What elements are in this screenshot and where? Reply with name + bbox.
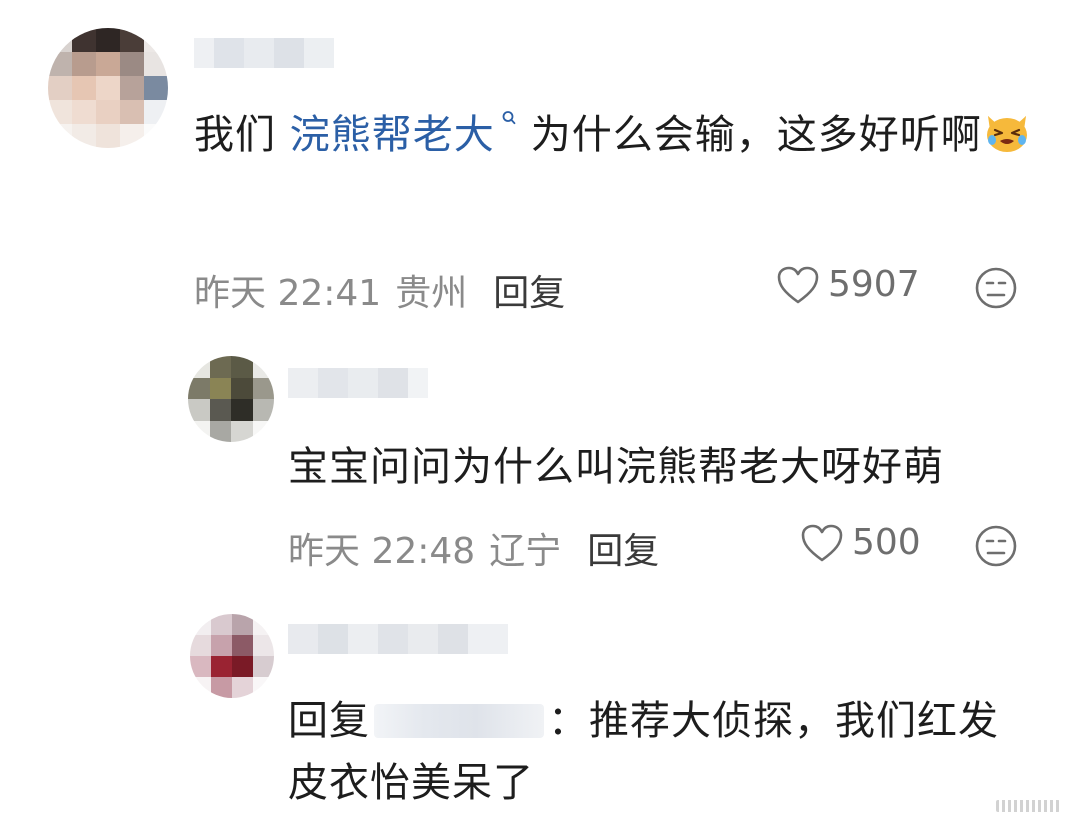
- comment-meta: 昨天 22:41 贵州 回复: [194, 264, 565, 316]
- comment-time: 昨天 22:41: [194, 273, 382, 314]
- like-count: 5907: [828, 264, 920, 305]
- search-icon: [502, 111, 516, 125]
- like-button[interactable]: 500: [800, 522, 921, 563]
- comment-body: 宝宝问问为什么叫浣熊帮老大呀好萌: [288, 444, 944, 490]
- reply-button[interactable]: 回复: [493, 264, 565, 316]
- reply-mention[interactable]: [374, 704, 544, 738]
- like-button[interactable]: 5907: [776, 264, 920, 305]
- heart-outline-icon: [777, 266, 819, 303]
- watermark: [996, 800, 1060, 812]
- avatar[interactable]: [48, 28, 168, 148]
- reply-prefix: 回复: [288, 698, 370, 744]
- username[interactable]: [288, 624, 508, 654]
- comment-meta: 昨天 22:48 辽宁 回复: [288, 522, 659, 574]
- avatar[interactable]: [188, 356, 274, 442]
- like-count: 500: [852, 522, 921, 563]
- mention-link[interactable]: 浣熊帮老大: [290, 112, 495, 158]
- crying-cat-emoji: [986, 116, 1027, 152]
- avatar[interactable]: [190, 614, 274, 698]
- reply-button[interactable]: 回复: [587, 522, 659, 574]
- comment-location: 辽宁: [489, 531, 562, 572]
- neutral-face-icon[interactable]: [974, 266, 1018, 310]
- username[interactable]: [288, 368, 428, 398]
- comment-body: 回复 ：推荐大侦探，我们红发皮衣怡美呆了: [288, 690, 1028, 814]
- heart-outline-icon: [801, 524, 843, 561]
- comment-time: 昨天 22:48: [288, 531, 476, 572]
- comment-body: 我们 浣熊帮老大 为什么会输，这多好听啊: [194, 104, 1034, 166]
- username[interactable]: [194, 38, 334, 68]
- comment-text-before: 我们: [194, 112, 290, 158]
- neutral-face-icon[interactable]: [974, 524, 1018, 568]
- comment-location: 贵州: [395, 273, 468, 314]
- comment-text-after: 为什么会输，这多好听啊: [530, 112, 982, 158]
